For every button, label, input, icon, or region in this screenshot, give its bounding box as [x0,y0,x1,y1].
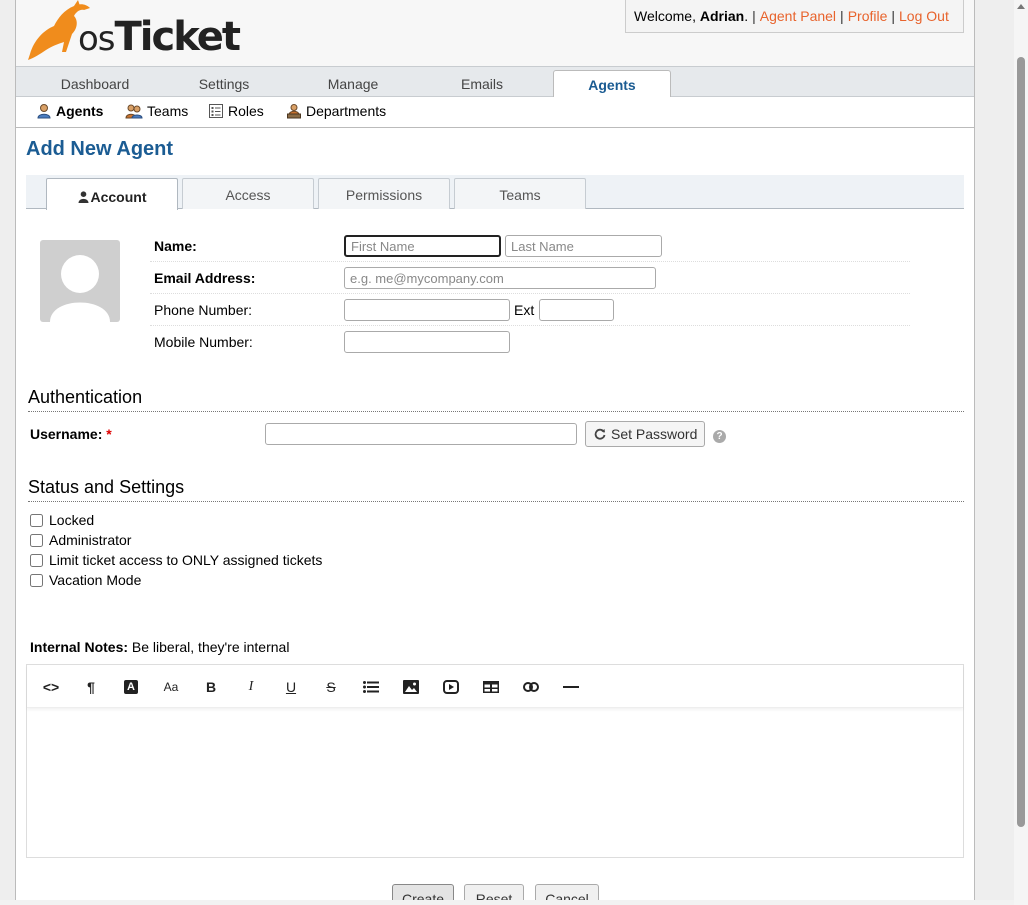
user-icon [78,191,88,203]
italic-icon[interactable]: I [241,678,261,696]
profile-link[interactable]: Profile [848,8,888,24]
vacation-mode-checkbox[interactable] [30,573,43,587]
list-icon[interactable] [361,678,381,696]
locked-checkbox[interactable] [30,513,43,527]
image-icon[interactable] [401,678,421,696]
username-input[interactable] [265,423,577,445]
required-marker: * [106,426,112,442]
subnav-departments[interactable]: Departments [286,103,386,119]
code-icon[interactable]: <> [41,678,61,696]
page: osTicket Welcome, Adrian. | Agent Panel | Pr… [15,0,975,900]
refresh-icon [594,428,606,440]
default-avatar-icon [50,255,110,322]
tab-permissions[interactable]: Permissions [318,178,450,209]
ext-input[interactable] [539,299,614,321]
form-tabs: Account Access Permissions Teams [26,175,964,210]
editor-toolbar: <> ¶ A Aa B I U S [27,665,963,708]
limit-access-option: Limit ticket access to ONLY assigned tic… [30,552,322,568]
tab-teams[interactable]: Teams [454,178,586,209]
name-label: Name: [154,238,197,254]
welcome-text: Welcome, [634,8,700,24]
limit-access-checkbox[interactable] [30,553,43,567]
ext-label: Ext [514,302,535,318]
name-row: Name: [150,230,910,262]
tab-settings[interactable]: Settings [159,76,289,92]
paragraph-icon[interactable]: ¶ [81,678,101,696]
authentication-heading: Authentication [28,387,964,412]
last-name-input[interactable] [505,235,662,257]
internal-notes-label: Internal Notes: Be liberal, they're inte… [30,639,290,655]
tab-access[interactable]: Access [182,178,314,209]
video-icon[interactable] [441,678,461,696]
strikethrough-icon[interactable]: S [321,678,341,696]
set-password-button[interactable]: Set Password [585,421,705,447]
user-info-bar: Welcome, Adrian. | Agent Panel | Profile | Log… [625,0,964,33]
email-input[interactable] [344,267,656,289]
mobile-label: Mobile Number: [154,334,253,350]
table-icon[interactable] [481,678,501,696]
administrator-option: Administrator [30,532,131,548]
scrollbar-thumb[interactable] [1017,57,1025,827]
logout-link[interactable]: Log Out [899,8,949,24]
main-nav: Dashboard Settings Manage Emails Agents [16,66,974,99]
subnav-agents[interactable]: Agents [36,103,103,119]
bold-icon[interactable]: B [201,678,221,696]
phone-input[interactable] [344,299,510,321]
avatar [40,240,120,322]
underline-icon[interactable]: U [281,678,301,696]
mobile-row: Mobile Number: [150,326,910,358]
phone-row: Phone Number: Ext [150,294,910,326]
reset-button[interactable]: Reset [464,884,524,900]
phone-label: Phone Number: [154,302,253,318]
vacation-mode-option: Vacation Mode [30,572,141,588]
horizontal-rule-icon[interactable] [561,678,581,696]
locked-option: Locked [30,512,94,528]
subnav-roles[interactable]: Roles [208,103,264,119]
tab-emails[interactable]: Emails [417,76,547,92]
email-row: Email Address: [150,262,910,294]
internal-notes-hint: Be liberal, they're internal [131,639,290,655]
sub-nav: Agents Teams Roles Departments [16,97,974,128]
font-size-icon[interactable]: Aa [161,678,181,696]
tab-agents[interactable]: Agents [553,70,671,99]
tab-dashboard[interactable]: Dashboard [30,76,160,92]
page-title: Add New Agent [26,138,174,160]
status-settings-heading: Status and Settings [28,477,964,502]
email-label: Email Address: [154,270,256,286]
tab-manage[interactable]: Manage [288,76,418,92]
scrollbar[interactable] [1014,0,1028,905]
user-name: Adrian [699,8,745,24]
format-icon[interactable]: A [121,678,141,696]
agent-icon [37,104,51,119]
scroll-up-arrow-icon[interactable] [1017,4,1025,9]
teams-icon [125,104,143,119]
logo[interactable]: osTicket [24,0,241,62]
create-button[interactable]: Create [392,884,454,900]
administrator-checkbox[interactable] [30,533,43,547]
roles-icon [209,104,223,118]
agent-panel-link[interactable]: Agent Panel [760,8,836,24]
help-icon[interactable]: ? [713,430,726,443]
bottom-bar [0,900,1014,905]
link-icon[interactable] [521,678,541,696]
header: osTicket Welcome, Adrian. | Agent Panel | Pr… [16,0,974,66]
first-name-input[interactable] [344,235,501,257]
subnav-teams[interactable]: Teams [125,103,188,119]
brand-name: osTicket [78,14,241,60]
notes-editor[interactable]: <> ¶ A Aa B I U S [26,664,964,858]
mobile-input[interactable] [344,331,510,353]
username-label: Username: * [30,426,112,442]
cancel-button[interactable]: Cancel [535,884,599,900]
tab-account[interactable]: Account [46,178,178,210]
department-icon [287,104,301,119]
